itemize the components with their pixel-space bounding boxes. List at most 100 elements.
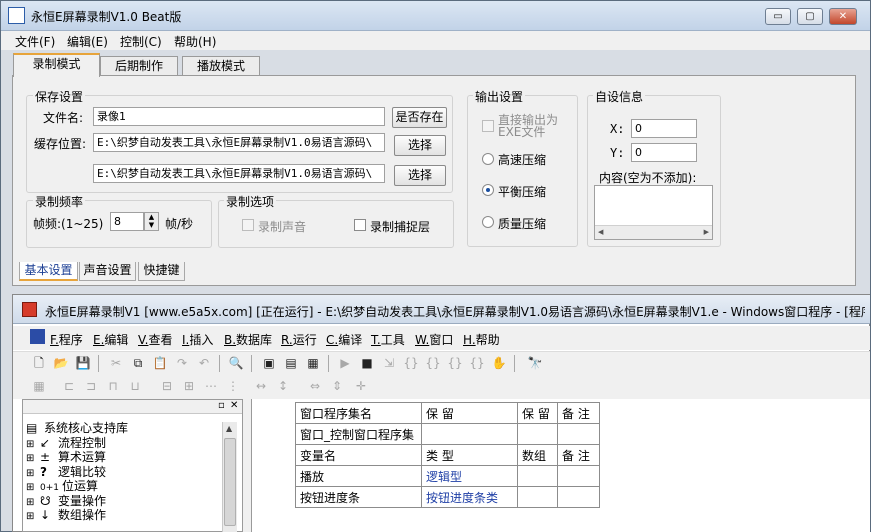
open-folder-icon[interactable]: 📂 [53, 355, 69, 371]
table-cell[interactable]: 备 注 [557, 444, 600, 466]
radio-quality[interactable] [482, 216, 494, 228]
table-cell[interactable]: 保 留 [517, 402, 558, 424]
y-input[interactable]: 0 [631, 143, 697, 162]
align-left-icon[interactable]: ⊏ [61, 378, 77, 394]
cut-icon[interactable]: ✂ [108, 355, 124, 371]
menu-edit[interactable]: 编辑(E) [67, 33, 108, 50]
table-cell[interactable] [557, 423, 600, 445]
tab-post-production[interactable]: 后期制作 [100, 56, 178, 76]
ide-menu-edit[interactable]: E.编辑 [93, 331, 128, 348]
fps-input[interactable]: 8 [110, 212, 144, 231]
table-cell[interactable]: 窗口程序集名 [295, 402, 422, 424]
cache-path-input-2[interactable]: E:\织梦自动发表工具\永恒E屏幕录制V1.0易语言源码\ [93, 164, 385, 183]
equal-width-icon[interactable]: ↔ [253, 378, 269, 394]
table-cell[interactable] [517, 423, 558, 445]
table-cell[interactable]: 数组 [517, 444, 558, 466]
help-search-icon[interactable]: 🔭 [527, 355, 543, 371]
expand-plus-icon[interactable]: ⊞ [26, 510, 40, 524]
tree-node-variables[interactable]: ⊞ ☋ 变量操作 [26, 494, 222, 509]
close-button[interactable]: ✕ [829, 8, 857, 25]
radio-balanced[interactable] [482, 184, 494, 196]
scroll-up-icon[interactable]: ▲ [226, 424, 232, 433]
maximize-button[interactable]: ▢ [797, 8, 823, 25]
pane-close-icon[interactable]: ✕ [230, 400, 238, 412]
run-to-cursor-icon[interactable]: {} [469, 355, 485, 371]
ide-menu-database[interactable]: B.数据库 [224, 331, 272, 348]
copy-icon[interactable]: ⧉ [130, 355, 146, 371]
step-out-icon[interactable]: {} [447, 355, 463, 371]
table-cell[interactable] [517, 465, 558, 487]
select-path-button-1[interactable]: 选择 [394, 135, 446, 156]
content-hscroll[interactable]: ◀ ▶ [595, 225, 712, 239]
layout-grid-icon[interactable]: ▦ [305, 355, 321, 371]
paste-icon[interactable]: 📋 [152, 355, 168, 371]
direct-exe-checkbox[interactable] [482, 120, 494, 132]
subtab-hotkey[interactable]: 快捷键 [138, 262, 185, 281]
fps-spinner[interactable]: ▲ ▼ [144, 212, 159, 231]
same-size-icon[interactable]: ⇔ [307, 378, 323, 394]
tab-record-mode[interactable]: 录制模式 [13, 53, 100, 77]
align-top-icon[interactable]: ⊓ [105, 378, 121, 394]
align-grid-icon[interactable]: ▦ [31, 378, 47, 394]
ide-menu-compile[interactable]: C.编译 [326, 331, 362, 348]
center-horizontal-icon[interactable]: ⊟ [159, 378, 175, 394]
cache-path-input-1[interactable]: E:\织梦自动发表工具\永恒E屏幕录制V1.0易语言源码\ [93, 133, 385, 152]
step-over-icon[interactable]: {} [425, 355, 441, 371]
align-bottom-icon[interactable]: ⊔ [127, 378, 143, 394]
save-icon[interactable]: 💾 [75, 355, 91, 371]
menu-help[interactable]: 帮助(H) [174, 33, 216, 50]
layout-window-icon[interactable]: ▣ [261, 355, 277, 371]
select-path-button-2[interactable]: 选择 [394, 165, 446, 186]
ide-menu-program[interactable]: F.程序 [50, 331, 83, 348]
layout-panel-icon[interactable]: ▤ [283, 355, 299, 371]
new-file-icon[interactable]: 🗋 [31, 355, 47, 371]
pane-splitter[interactable] [243, 399, 251, 532]
tree-node-flow-control[interactable]: ⊞ ↙ 流程控制 [26, 436, 222, 451]
x-input[interactable]: 0 [631, 119, 697, 138]
table-cell[interactable] [517, 486, 558, 508]
table-cell[interactable]: 逻辑型 [421, 465, 518, 487]
spin-down-icon[interactable]: ▼ [149, 221, 154, 229]
run-icon[interactable]: ▶ [337, 355, 353, 371]
table-cell[interactable] [421, 423, 518, 445]
table-cell[interactable]: 保 留 [421, 402, 518, 424]
hand-icon[interactable]: ✋ [491, 355, 507, 371]
ide-menu-tools[interactable]: T.工具 [371, 331, 405, 348]
center-vertical-icon[interactable]: ⊞ [181, 378, 197, 394]
ide-menu-run[interactable]: R.运行 [281, 331, 317, 348]
table-cell[interactable] [557, 486, 600, 508]
table-cell[interactable]: 变量名 [295, 444, 422, 466]
menu-control[interactable]: 控制(C) [120, 33, 162, 50]
table-cell[interactable]: 播放 [295, 465, 422, 487]
tree-node-arithmetic[interactable]: ⊞ ± 算术运算 [26, 450, 222, 465]
table-cell[interactable]: 按钮进度条类 [421, 486, 518, 508]
find-icon[interactable]: 🔍 [228, 355, 244, 371]
step-icon[interactable]: ⇲ [381, 355, 397, 371]
table-cell[interactable]: 备 注 [557, 402, 600, 424]
ide-menu-window[interactable]: W.窗口 [415, 331, 453, 348]
filename-input[interactable]: 录像1 [93, 107, 385, 126]
space-horizontal-icon[interactable]: ⋯ [203, 378, 219, 394]
table-cell[interactable]: 窗口_控制窗口程序集 [295, 423, 422, 445]
expand-plus-icon[interactable]: ⊞ [26, 481, 40, 495]
radio-fast[interactable] [482, 153, 494, 165]
tree-node-core-library[interactable]: ▤ 系统核心支持库 [26, 421, 222, 436]
subtab-basic[interactable]: 基本设置 [19, 262, 78, 281]
tree-vscroll[interactable]: ▲ [222, 422, 237, 532]
space-vertical-icon[interactable]: ⋮ [225, 378, 241, 394]
scroll-right-icon[interactable]: ▶ [704, 226, 709, 239]
redo-icon[interactable]: ↷ [174, 355, 190, 371]
record-sound-checkbox[interactable] [242, 219, 254, 231]
pane-restore-icon[interactable]: ▫ [218, 400, 225, 412]
ide-menu-view[interactable]: V.查看 [138, 331, 173, 348]
tree-node-logic[interactable]: ⊞? 逻辑比较 [26, 465, 222, 480]
stop-icon[interactable]: ■ [359, 355, 375, 371]
menu-file[interactable]: 文件(F) [15, 33, 55, 50]
center-in-form-icon[interactable]: ✛ [353, 378, 369, 394]
align-right-icon[interactable]: ⊐ [83, 378, 99, 394]
table-cell[interactable]: 按钮进度条 [295, 486, 422, 508]
spin-up-icon[interactable]: ▲ [149, 213, 154, 221]
check-exists-button[interactable]: 是否存在 [392, 107, 447, 128]
scroll-thumb[interactable] [224, 438, 236, 526]
step-into-icon[interactable]: {} [403, 355, 419, 371]
